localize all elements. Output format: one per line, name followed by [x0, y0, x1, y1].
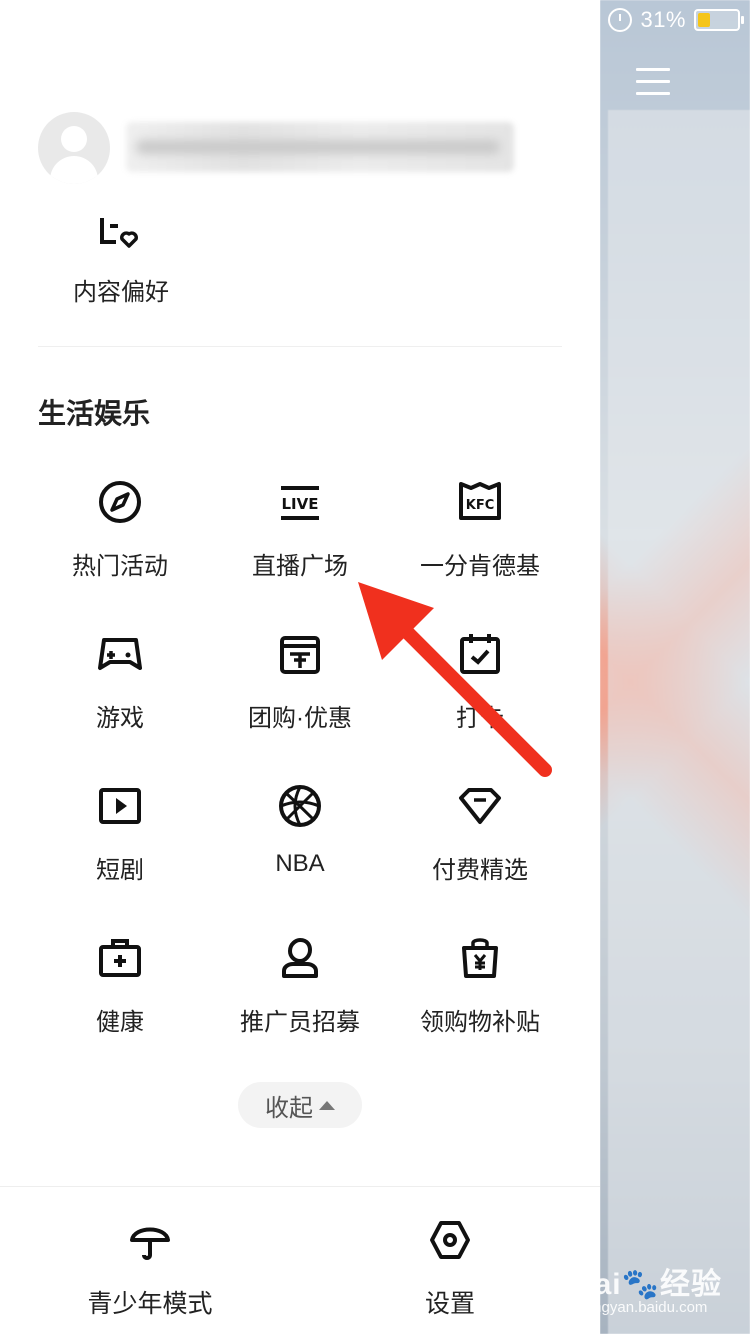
- basketball-icon: [279, 785, 321, 827]
- divider: [38, 346, 562, 347]
- background-blur-overlay: [608, 110, 750, 1334]
- battery-icon: [694, 9, 744, 31]
- username-blurred[interactable]: [126, 122, 514, 172]
- collapse-button[interactable]: 收起: [238, 1082, 362, 1128]
- triangle-up-icon: [319, 1100, 335, 1110]
- grid-item-games[interactable]: 游戏: [30, 630, 210, 782]
- grid-item-paid-picks[interactable]: 付费精选: [390, 782, 570, 934]
- grid-item-nba[interactable]: NBA: [210, 782, 390, 934]
- promoter-icon: [282, 937, 318, 978]
- section-title: 生活娱乐: [38, 398, 151, 429]
- shopping-bag-yen-icon: [462, 938, 498, 978]
- compass-icon: [99, 481, 141, 523]
- user-avatar-icon[interactable]: [38, 112, 110, 184]
- status-bar: 31%: [608, 6, 744, 34]
- umbrella-icon: [130, 1227, 170, 1260]
- teen-mode-button[interactable]: 青少年模式: [60, 1218, 240, 1320]
- baidu-jingyan-watermark: Bai🐾经验 jingyan.baidu.com: [571, 1268, 722, 1316]
- life-entertainment-grid: 热门活动 LIVE 直播广场 KFC 一分肯德基 游戏 团购·优惠 打卡 短剧: [30, 478, 570, 1086]
- diamond-icon: [459, 788, 501, 824]
- teen-mode-label: 青少年模式: [87, 1290, 213, 1318]
- play-box-icon: [99, 788, 141, 824]
- grid-item-label: 领购物补贴: [420, 1009, 540, 1036]
- content-preference-item[interactable]: 内容偏好: [56, 210, 186, 307]
- hamburger-menu-icon[interactable]: [636, 68, 670, 98]
- bottom-divider: [0, 1186, 600, 1187]
- grid-item-short-drama[interactable]: 短剧: [30, 782, 210, 934]
- grid-item-label: 短剧: [96, 857, 144, 884]
- hexagon-settings-icon: [430, 1221, 470, 1259]
- settings-label: 设置: [424, 1290, 475, 1318]
- grid-item-label: 推广员招募: [240, 1009, 360, 1036]
- settings-button[interactable]: 设置: [360, 1218, 540, 1320]
- coupon-icon: [280, 636, 320, 674]
- grid-item-label: 热门活动: [72, 553, 168, 580]
- annotation-arrow: [358, 582, 552, 777]
- svg-text:LIVE: LIVE: [282, 495, 319, 513]
- alarm-icon: [608, 8, 633, 32]
- grid-item-label: 游戏: [96, 705, 144, 732]
- heart-list-icon: [100, 218, 138, 248]
- grid-item-label: 一分肯德基: [420, 553, 540, 580]
- grid-item-label: 直播广场: [252, 553, 348, 580]
- kfc-icon: KFC: [459, 482, 501, 520]
- grid-item-label: 团购·优惠: [248, 705, 352, 732]
- grid-item-hot-activities[interactable]: 热门活动: [30, 478, 210, 630]
- grid-item-label: 健康: [96, 1009, 144, 1036]
- grid-item-label: 付费精选: [432, 857, 528, 884]
- grid-item-health[interactable]: 健康: [30, 934, 210, 1086]
- battery-percent: 31%: [640, 7, 686, 32]
- content-preference-label: 内容偏好: [73, 279, 169, 306]
- live-icon: LIVE: [281, 486, 319, 520]
- medical-kit-icon: [99, 939, 141, 977]
- background-page-preview[interactable]: [600, 0, 750, 1334]
- collapse-label: 收起: [265, 1094, 313, 1122]
- grid-item-shopping-subsidy[interactable]: 领购物补贴: [390, 934, 570, 1086]
- gamepad-icon: [98, 638, 142, 670]
- grid-item-label: NBA: [275, 850, 325, 877]
- svg-text:KFC: KFC: [466, 498, 495, 513]
- grid-item-promoter[interactable]: 推广员招募: [210, 934, 390, 1086]
